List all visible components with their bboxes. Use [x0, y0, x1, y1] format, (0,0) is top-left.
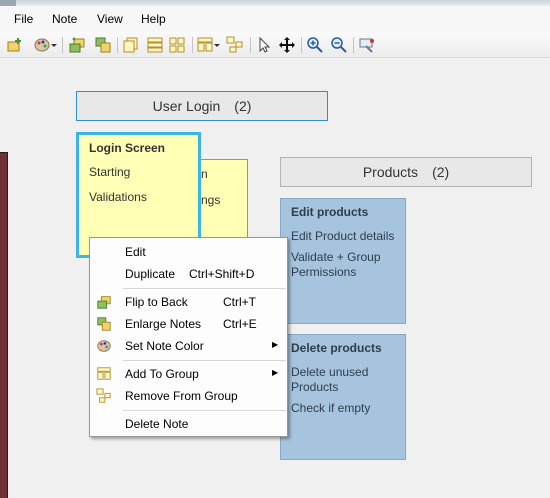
note-delete-products[interactable]: Delete products Delete unused Products C… — [280, 334, 406, 460]
submenu-arrow-icon: ▶ — [272, 340, 279, 349]
toolbar — [0, 32, 550, 58]
menu-bar: File Note View Help — [0, 6, 550, 32]
toolbar-separator — [192, 37, 193, 53]
toolbar-separator — [353, 37, 354, 53]
menu-separator — [123, 288, 286, 289]
menu-file[interactable]: File — [14, 12, 33, 26]
add-to-group-icon — [96, 366, 112, 382]
group-count: (2) — [432, 164, 450, 180]
zoom-out-icon[interactable] — [330, 36, 348, 54]
group-header-products[interactable]: Products (2) — [280, 157, 532, 187]
menu-item-duplicate[interactable]: Duplicate Ctrl+Shift+D — [90, 263, 287, 285]
group-icon[interactable] — [226, 36, 244, 54]
note-line: Starting — [89, 165, 131, 179]
menu-view[interactable]: View — [97, 12, 123, 26]
menu-item-label: Delete Note — [125, 417, 189, 431]
group-title: Products — [362, 164, 419, 180]
arrange-icon[interactable] — [197, 36, 221, 54]
menu-item-label: Enlarge Notes — [125, 317, 202, 331]
left-panel-frame — [0, 152, 8, 498]
toolbar-separator — [301, 37, 302, 53]
note-title: Edit products — [291, 205, 369, 219]
enlarge-notes-icon[interactable] — [94, 36, 112, 54]
color-palette-icon — [96, 338, 112, 354]
menu-item-add-to-group[interactable]: Add To Group ▶ — [90, 363, 287, 385]
menu-item-label: Remove From Group — [125, 389, 238, 403]
menu-item-delete-note[interactable]: Delete Note — [90, 413, 287, 435]
app-window: File Note View Help User Login (2) Produ… — [0, 0, 550, 498]
submenu-arrow-icon: ▶ — [272, 368, 279, 377]
note-line: Validations — [89, 190, 147, 204]
menu-item-edit[interactable]: Edit — [90, 241, 287, 263]
note-text-fragment: n — [201, 167, 208, 181]
toolbar-separator — [117, 37, 118, 53]
menu-item-label: Add To Group — [125, 367, 199, 381]
zoom-in-icon[interactable] — [306, 36, 324, 54]
menu-note[interactable]: Note — [52, 12, 77, 26]
note-edit-products[interactable]: Edit products Edit Product details Valid… — [280, 198, 406, 324]
pointer-icon[interactable] — [255, 36, 273, 54]
context-menu: Edit Duplicate Ctrl+Shift+D Flip to Back… — [89, 237, 288, 437]
note-line: Delete unused Products — [291, 365, 369, 394]
menu-item-label: Edit — [125, 245, 146, 259]
menu-item-enlarge-notes[interactable]: Enlarge Notes Ctrl+E — [90, 313, 287, 335]
layout-grid-icon[interactable] — [168, 36, 186, 54]
color-palette-icon[interactable] — [34, 36, 58, 54]
pan-icon[interactable] — [278, 36, 296, 54]
menu-item-label: Flip to Back — [125, 295, 188, 309]
note-title: Login Screen — [89, 141, 166, 155]
magic-icon[interactable] — [358, 36, 376, 54]
menu-separator — [123, 410, 286, 411]
new-note-icon[interactable] — [6, 36, 24, 54]
menu-item-set-note-color[interactable]: Set Note Color ▶ — [90, 335, 287, 357]
remove-from-group-icon — [96, 388, 112, 404]
note-title: Delete products — [291, 341, 382, 355]
note-line: Check if empty — [291, 401, 371, 415]
menu-item-flip-to-back[interactable]: Flip to Back Ctrl+T — [90, 291, 287, 313]
menu-item-remove-from-group[interactable]: Remove From Group — [90, 385, 287, 407]
menu-item-shortcut: Ctrl+T — [223, 295, 256, 309]
toolbar-separator — [62, 37, 63, 53]
menu-item-shortcut: Ctrl+Shift+D — [189, 267, 255, 281]
menu-item-label: Duplicate — [125, 267, 176, 281]
note-line: Edit Product details — [291, 229, 395, 243]
flip-to-back-icon — [96, 294, 112, 310]
toolbar-separator — [250, 37, 251, 53]
group-count: (2) — [234, 98, 252, 114]
menu-separator — [123, 360, 286, 361]
menu-help[interactable]: Help — [141, 12, 166, 26]
menu-item-label: Set Note Color — [125, 339, 204, 353]
layout-rows-icon[interactable] — [146, 36, 164, 54]
copy-icon[interactable] — [122, 36, 140, 54]
group-header-user-login[interactable]: User Login (2) — [76, 91, 328, 121]
group-title: User Login — [152, 98, 221, 114]
flip-to-back-icon[interactable] — [68, 36, 86, 54]
note-text-fragment: ngs — [201, 193, 221, 207]
menu-item-shortcut: Ctrl+E — [223, 317, 257, 331]
enlarge-notes-icon — [96, 316, 112, 332]
note-line: Validate + Group Permissions — [291, 250, 381, 279]
